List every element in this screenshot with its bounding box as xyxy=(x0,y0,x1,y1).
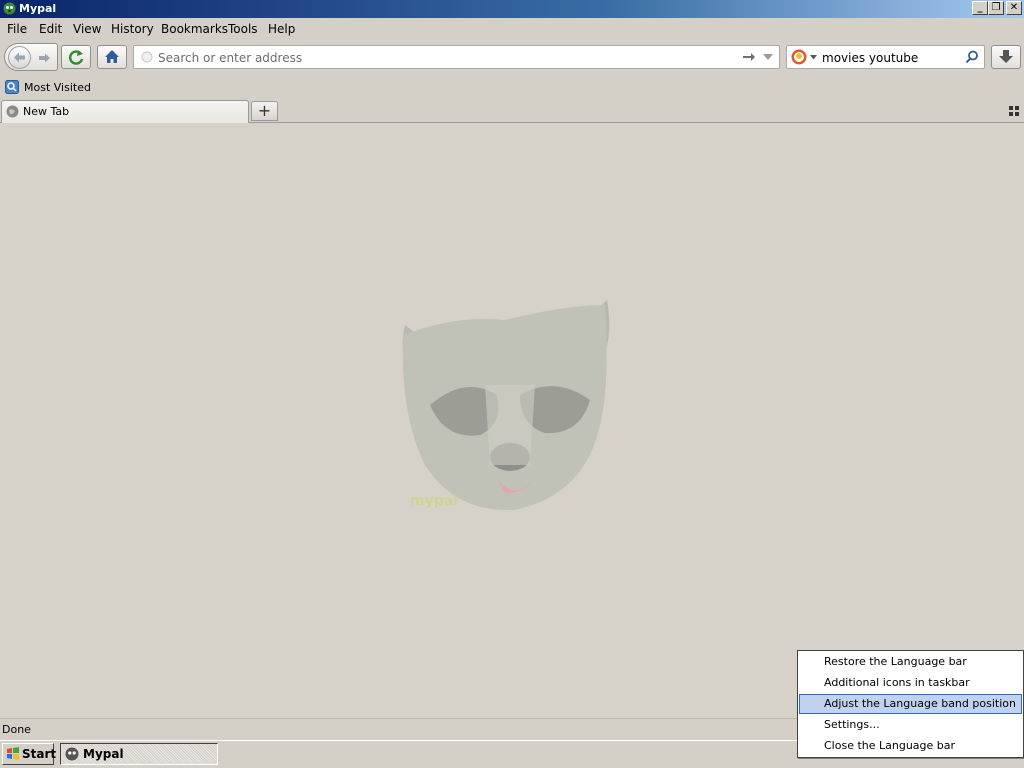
duckduckgo-icon[interactable] xyxy=(791,49,807,65)
menu-bookmarks[interactable]: Bookmarks xyxy=(161,22,228,36)
title-bar[interactable]: Mypal _ ❐ ✕ xyxy=(0,0,1024,18)
home-button[interactable] xyxy=(97,45,127,69)
most-visited-folder-icon xyxy=(5,80,19,94)
reload-button[interactable] xyxy=(61,45,91,69)
start-button[interactable]: Start xyxy=(2,743,57,765)
menu-tools[interactable]: Tools xyxy=(228,22,258,36)
forward-button[interactable] xyxy=(36,49,54,67)
windows-logo-icon xyxy=(7,747,19,760)
mypal-app-icon xyxy=(65,747,79,761)
menu-help[interactable]: Help xyxy=(268,22,295,36)
raccoon-logo-watermark: mypal xyxy=(402,300,610,511)
page-content[interactable]: mypal xyxy=(0,123,1024,718)
menu-bar: File Edit View History Bookmarks Tools H… xyxy=(0,19,1024,39)
restore-button[interactable]: ❐ xyxy=(988,1,1004,15)
bookmarks-toolbar: Most Visited xyxy=(0,78,1024,98)
menu-item-additional-icons[interactable]: Additional icons in taskbar xyxy=(799,673,1022,693)
menu-item-settings[interactable]: Settings... xyxy=(799,715,1022,735)
bookmark-most-visited[interactable]: Most Visited xyxy=(24,81,91,94)
back-button[interactable] xyxy=(8,46,31,69)
go-arrow-icon[interactable] xyxy=(742,51,756,63)
menu-view[interactable]: View xyxy=(73,22,101,36)
menu-item-close-language-bar[interactable]: Close the Language bar xyxy=(799,736,1022,756)
dropdown-history-icon[interactable] xyxy=(763,54,773,61)
url-input[interactable] xyxy=(158,50,738,65)
svg-text:mypal: mypal xyxy=(410,493,458,509)
menu-history[interactable]: History xyxy=(111,22,154,36)
back-arrow-icon xyxy=(14,52,25,63)
downloads-button[interactable] xyxy=(991,45,1021,69)
tab-new-tab[interactable]: New Tab xyxy=(1,100,249,123)
language-bar-context-menu: Restore the Language bar Additional icon… xyxy=(797,650,1024,758)
window-title: Mypal xyxy=(19,2,57,15)
menu-file[interactable]: File xyxy=(7,22,27,36)
task-label: Mypal xyxy=(83,747,124,761)
taskbar-item-mypal[interactable]: Mypal xyxy=(60,743,218,765)
search-input[interactable] xyxy=(822,50,962,65)
tab-strip: New Tab + xyxy=(0,99,1024,123)
page-identity-icon xyxy=(141,51,153,63)
menu-item-adjust-band-position[interactable]: Adjust the Language band position xyxy=(799,694,1022,714)
tab-list-grid-icon[interactable] xyxy=(1009,106,1019,116)
reload-icon xyxy=(69,50,84,65)
search-bar[interactable] xyxy=(786,45,985,69)
forward-arrow-icon xyxy=(39,53,50,63)
tab-label: New Tab xyxy=(23,105,70,118)
mypal-app-icon xyxy=(3,2,16,15)
status-text: Done xyxy=(2,723,31,736)
search-icon[interactable] xyxy=(965,50,979,64)
close-button[interactable]: ✕ xyxy=(1006,1,1022,15)
home-icon xyxy=(105,50,119,63)
download-icon xyxy=(999,50,1013,63)
url-bar[interactable] xyxy=(133,45,780,69)
back-forward-group xyxy=(4,43,58,71)
start-label: Start xyxy=(22,747,57,761)
new-tab-button[interactable]: + xyxy=(251,101,278,121)
menu-edit[interactable]: Edit xyxy=(39,22,62,36)
menu-item-restore-language-bar[interactable]: Restore the Language bar xyxy=(799,652,1022,672)
globe-icon xyxy=(6,105,19,118)
engine-dropdown-icon[interactable] xyxy=(810,55,817,60)
minimize-button[interactable]: _ xyxy=(972,1,988,15)
